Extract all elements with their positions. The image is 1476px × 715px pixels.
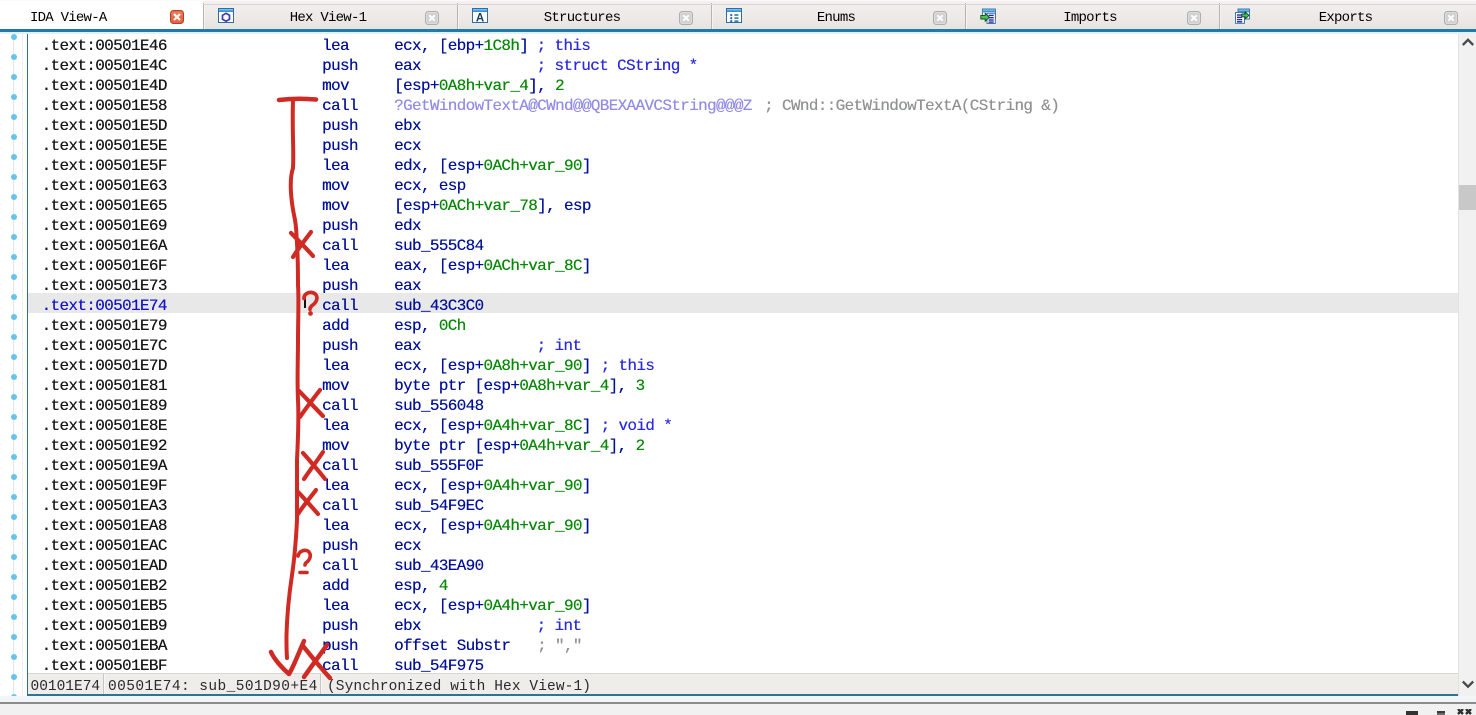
svg-text:A: A bbox=[476, 13, 484, 24]
